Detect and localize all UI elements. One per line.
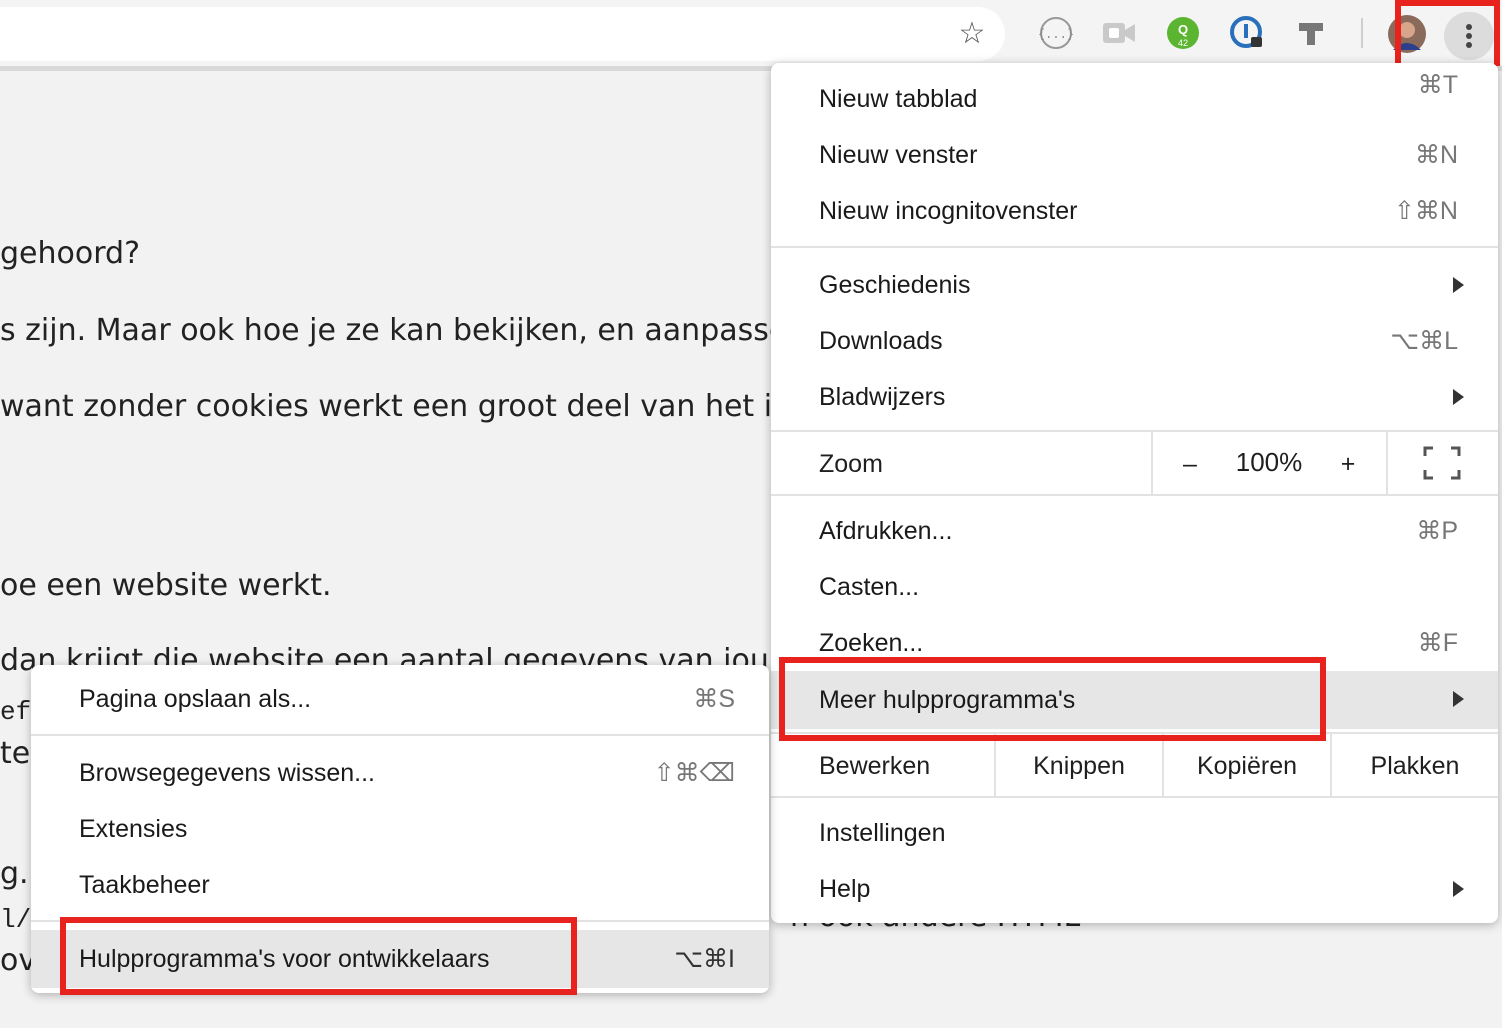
shortcut: ⌥⌘I (674, 945, 735, 973)
menu-item-label: Nieuw incognitovenster (819, 197, 1078, 225)
zoom-row: Zoom – 100% + (771, 432, 1498, 496)
menu-separator (771, 246, 1498, 248)
menu-item-help[interactable]: Help (771, 861, 1498, 917)
zoom-value: 100% (1235, 447, 1303, 477)
page-text-line: want zonder cookies werkt een groot deel… (0, 389, 834, 424)
zoom-out-button[interactable]: – (1173, 432, 1207, 496)
menu-separator (771, 494, 1498, 496)
screen-recorder-extension-icon[interactable] (1101, 15, 1137, 51)
shortcut: ⌥⌘L (1390, 327, 1458, 355)
submenu-item-clear-data[interactable]: Browsegegevens wissen... ⇧⌘⌫ (31, 745, 769, 801)
address-bar[interactable] (0, 7, 1005, 61)
menu-item-settings[interactable]: Instellingen (771, 805, 1498, 861)
svg-text:Q: Q (1178, 22, 1188, 37)
cut-button[interactable]: Knippen (996, 734, 1162, 798)
menu-item-label: Bladwijzers (819, 383, 946, 411)
submenu-arrow-icon (1453, 277, 1464, 293)
menu-item-label: Nieuw tabblad (819, 85, 978, 113)
green-badge-extension-icon[interactable]: Q 42 (1165, 15, 1201, 51)
menu-item-label: Browsegegevens wissen... (79, 759, 375, 787)
shortcut: ⇧⌘⌫ (653, 759, 735, 787)
menu-item-label: Taakbeheer (79, 871, 210, 899)
shortcut: ⌘P (1416, 517, 1458, 545)
menu-item-label: Downloads (819, 327, 943, 355)
extension-badge: 42 (1178, 38, 1188, 48)
pointer-extension-icon[interactable] (1293, 15, 1329, 51)
page-code-line: ef (0, 697, 32, 727)
shortcut: ⌘F (1417, 629, 1458, 657)
submenu-item-task-manager[interactable]: Taakbeheer (31, 857, 769, 913)
menu-item-incognito[interactable]: Nieuw incognitovenster ⇧⌘N (771, 183, 1498, 239)
fullscreen-icon[interactable] (1423, 446, 1461, 480)
toolbar-separator (1361, 18, 1363, 48)
shortcut: ⌘N (1414, 141, 1458, 169)
copy-button[interactable]: Kopiëren (1164, 734, 1330, 798)
more-tools-highlight (779, 657, 1326, 741)
menu-item-label: Geschiedenis (819, 271, 971, 299)
menu-item-history[interactable]: Geschiedenis (771, 257, 1498, 313)
page-text-line: s zijn. Maar ook hoe je ze kan bekijken,… (0, 313, 816, 348)
submenu-arrow-icon (1453, 881, 1464, 897)
svg-text:{...}: {...} (1039, 27, 1073, 41)
submenu-arrow-icon (1453, 389, 1464, 405)
menu-item-downloads[interactable]: Downloads ⌥⌘L (771, 313, 1498, 369)
shortcut: ⌘S (693, 685, 735, 713)
menu-item-label: Pagina opslaan als... (79, 685, 312, 713)
shortcut: ⇧⌘N (1393, 197, 1458, 225)
zoom-divider (1151, 432, 1153, 496)
menu-item-label: Extensies (79, 815, 188, 843)
dev-tools-highlight (60, 917, 577, 995)
shortcut: ⌘T (1417, 71, 1458, 99)
menu-item-print[interactable]: Afdrukken... ⌘P (771, 503, 1498, 559)
menu-separator (31, 734, 769, 736)
menu-item-cast[interactable]: Casten... (771, 559, 1498, 615)
json-viewer-extension-icon[interactable]: {...} (1038, 15, 1074, 51)
page-text-line: oe een website werkt. (0, 568, 332, 603)
menu-item-new-window[interactable]: Nieuw venster ⌘N (771, 127, 1498, 183)
password-manager-extension-icon[interactable] (1229, 15, 1265, 51)
zoom-divider (1386, 432, 1388, 496)
edit-label: Bewerken (819, 752, 931, 780)
page-text-line: gehoord? (0, 236, 140, 271)
menu-item-new-tab[interactable]: Nieuw tabblad ⌘T (771, 71, 1498, 127)
edit-row: Bewerken Knippen Kopiëren Plakken (771, 734, 1498, 798)
menu-item-label: Nieuw venster (819, 141, 978, 169)
submenu-item-save-page[interactable]: Pagina opslaan als... ⌘S (31, 671, 769, 727)
bookmark-star-icon[interactable]: ☆ (952, 14, 992, 54)
menu-item-label: Instellingen (819, 819, 946, 847)
submenu-arrow-icon (1453, 691, 1464, 707)
menu-separator (771, 796, 1498, 798)
menu-item-bookmarks[interactable]: Bladwijzers (771, 369, 1498, 425)
browser-toolbar: ☆ {...} Q 42 (0, 0, 1502, 96)
chrome-main-menu: Nieuw tabblad ⌘T Nieuw venster ⌘N Nieuw … (771, 63, 1498, 923)
menu-item-label: Afdrukken... (819, 517, 953, 545)
zoom-label: Zoom (819, 450, 883, 478)
paste-button[interactable]: Plakken (1332, 734, 1498, 798)
menu-item-label: Casten... (819, 573, 920, 601)
zoom-in-button[interactable]: + (1331, 432, 1365, 496)
menu-item-label: Help (819, 875, 871, 903)
page-text-line: te (0, 736, 31, 771)
submenu-item-extensions[interactable]: Extensies (31, 801, 769, 857)
